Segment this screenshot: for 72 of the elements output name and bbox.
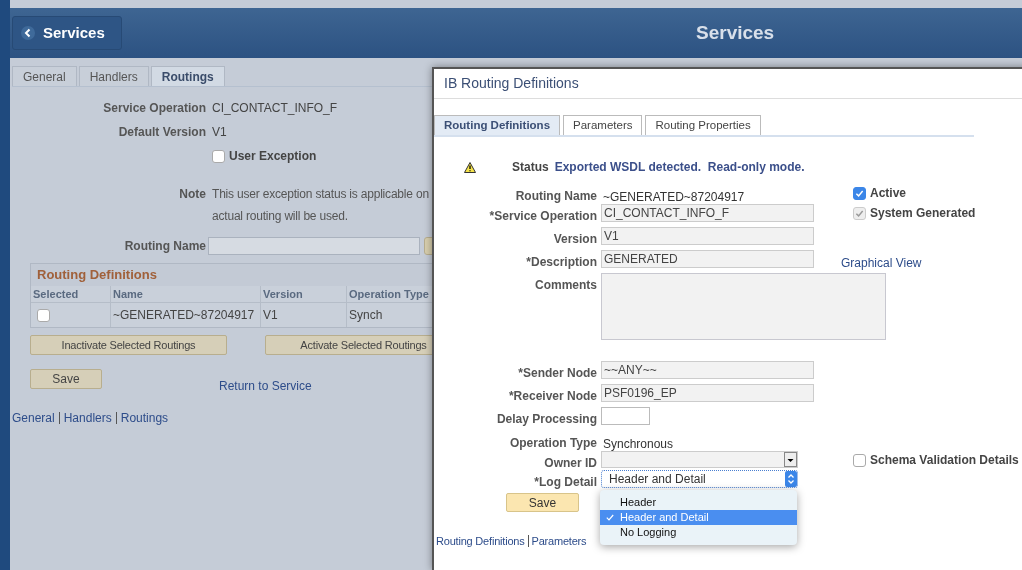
tab[interactable]: Routing Properties — [645, 115, 761, 135]
read-only-field[interactable]: ~~ANY~~ — [601, 361, 814, 379]
input-field[interactable] — [601, 407, 650, 425]
column-header: Version — [261, 286, 347, 303]
note-text: This user exception status is applicable on — [212, 186, 429, 203]
field-label: Delay Processing — [495, 411, 597, 428]
checkbox-label: System Generated — [870, 205, 976, 222]
read-only-field[interactable]: V1 — [601, 227, 814, 245]
return-link[interactable]: Return to Service — [219, 377, 312, 395]
field-value: Synchronous — [602, 436, 674, 451]
footer-link[interactable]: General — [12, 409, 55, 427]
checkbox[interactable] — [853, 453, 866, 467]
checkbox-label: Schema Validation Details — [870, 452, 1019, 469]
checkbox-label: User Exception — [229, 148, 317, 165]
field-value: CI_CONTACT_INFO_F — [212, 100, 338, 117]
field-value: ~GENERATED~87204917 — [602, 189, 745, 204]
footer-link[interactable]: Routing Definitions — [436, 533, 525, 550]
checkbox[interactable] — [212, 149, 225, 163]
row-checkbox[interactable] — [37, 308, 50, 322]
input-field[interactable] — [208, 237, 420, 255]
column-header: Name — [111, 286, 261, 303]
dropdown-option[interactable]: Header — [600, 495, 797, 510]
read-only-field[interactable]: CI_CONTACT_INFO_F — [601, 204, 814, 222]
field-label: *Sender Node — [517, 365, 597, 382]
field-label: Routing Name — [514, 188, 597, 205]
field-label: Comments — [534, 277, 597, 294]
dialog-title: IB Routing Definitions — [444, 74, 579, 93]
tab[interactable]: Parameters — [563, 115, 643, 135]
field-label: *Service Operation — [488, 208, 597, 225]
read-only-field[interactable]: GENERATED — [601, 250, 814, 268]
read-only-field[interactable]: PSF0196_EP — [601, 384, 814, 402]
field-label: Default Version — [117, 124, 206, 141]
field-label: Note — [178, 186, 206, 203]
checkbox-label: Active — [870, 185, 907, 202]
chevron-left-icon — [21, 26, 35, 40]
column-header: Selected — [31, 286, 111, 303]
status-message: Exported WSDL detected. Read-only mode. — [554, 159, 805, 176]
field-label: Version — [552, 231, 597, 248]
save-button[interactable]: Save — [30, 369, 102, 389]
dropdown-option[interactable]: No Logging — [600, 525, 797, 540]
page-title: Services — [696, 20, 775, 45]
back-button[interactable]: Services — [12, 16, 122, 50]
checkbox[interactable] — [853, 186, 866, 200]
field-label: *Description — [525, 254, 597, 271]
field-label: Operation Type — [508, 435, 597, 452]
warning-icon — [464, 161, 476, 173]
field-label: Routing Name — [123, 238, 206, 255]
field-value: V1 — [212, 124, 227, 141]
up-down-arrows-icon — [785, 471, 797, 487]
field-label: *Log Detail — [533, 474, 597, 491]
tab[interactable]: Routing Definitions — [434, 115, 561, 135]
status-label: Status — [512, 159, 549, 176]
graphical-view-link[interactable]: Graphical View — [841, 256, 922, 270]
table-cell: V1 — [261, 303, 347, 327]
caret-icon — [784, 452, 797, 467]
field-label: Service Operation — [102, 100, 206, 117]
action-button[interactable]: Inactivate Selected Routings — [30, 335, 227, 355]
select-field[interactable] — [601, 451, 798, 468]
field-label: *Receiver Node — [507, 388, 597, 405]
footer-link[interactable]: Handlers — [63, 409, 112, 427]
table-cell: ~GENERATED~87204917 — [111, 303, 261, 327]
footer-link[interactable]: Parameters — [531, 533, 587, 550]
tab[interactable]: Handlers — [78, 66, 149, 86]
note-text: actual routing will be used. — [212, 208, 349, 225]
comments-field[interactable] — [601, 273, 886, 340]
tab[interactable]: Routings — [150, 66, 225, 86]
save-button[interactable]: Save — [506, 493, 579, 512]
field-label: Owner ID — [543, 455, 597, 472]
footer-link[interactable]: Routings — [120, 409, 169, 427]
checkmark-icon — [606, 514, 614, 521]
dropdown[interactable]: Header and Detail — [601, 470, 798, 488]
tab[interactable]: General — [12, 66, 77, 86]
